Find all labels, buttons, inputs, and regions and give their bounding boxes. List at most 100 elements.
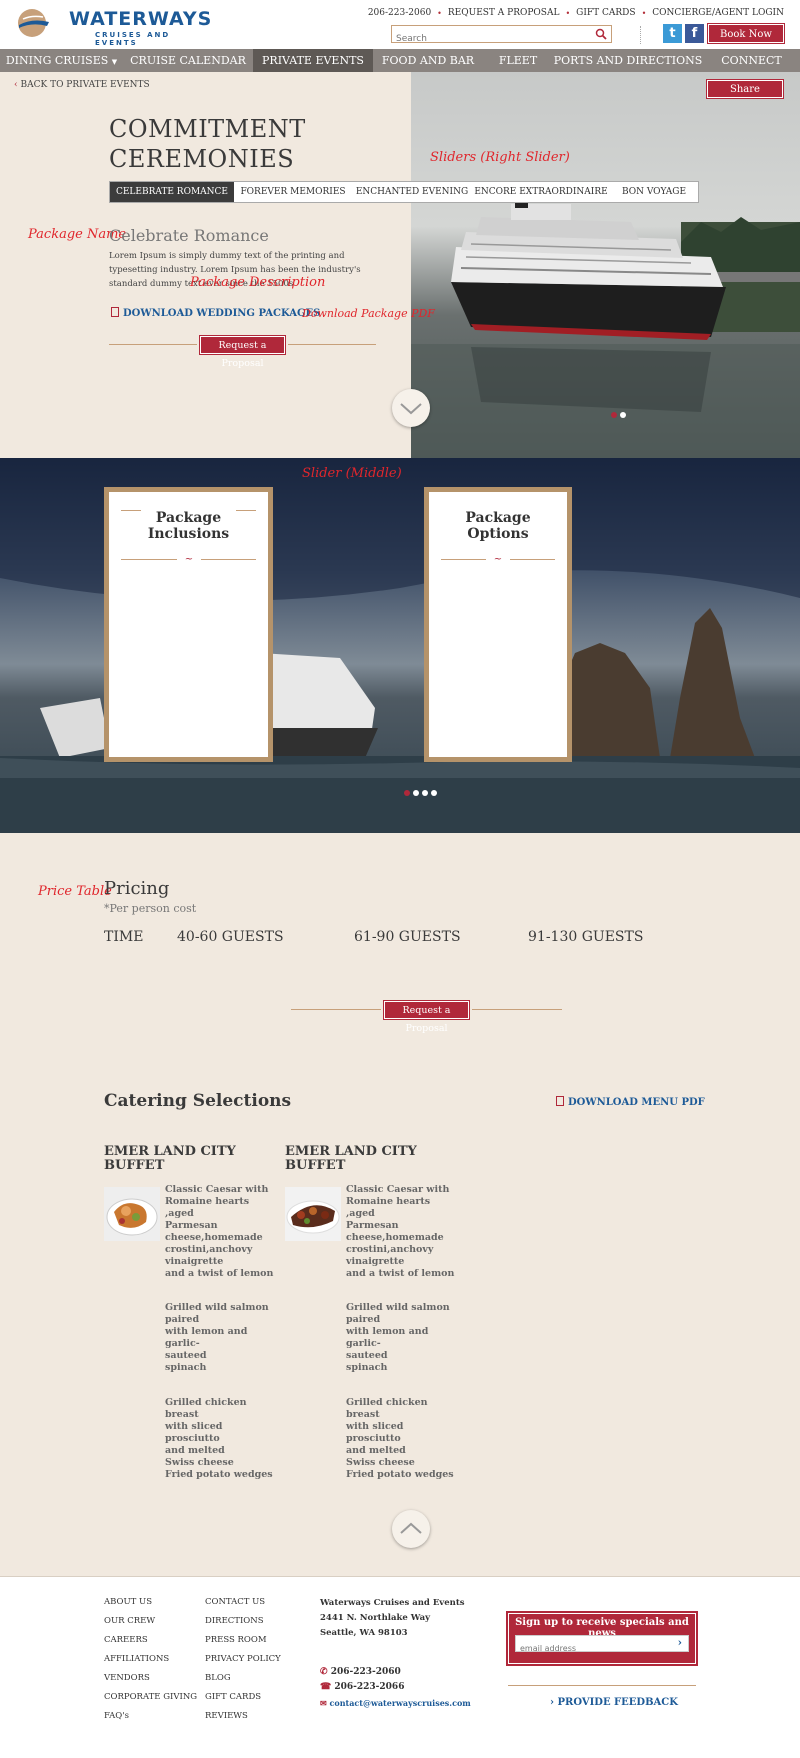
facebook-icon[interactable]: f: [685, 24, 704, 43]
back-to-private-events-link[interactable]: ‹ BACK TO PRIVATE EVENTS: [14, 80, 150, 90]
footer-link-press-room[interactable]: PRESS ROOM: [205, 1635, 267, 1645]
submit-arrow-icon[interactable]: ›: [678, 1636, 682, 1649]
pricing-subtitle: *Per person cost: [104, 902, 197, 915]
footer-link-corporate-giving[interactable]: CORPORATE GIVING: [104, 1692, 197, 1702]
divider: [472, 1009, 562, 1010]
flourish-icon: ~: [486, 555, 510, 565]
slider-dot-active[interactable]: [611, 412, 617, 418]
phone-icon: ✆: [320, 1667, 328, 1677]
nav-private-events[interactable]: PRIVATE EVENTS: [253, 49, 373, 72]
page-title: COMMITMENT CEREMONIES: [109, 115, 306, 173]
tab-encore-extraordinaire[interactable]: ENCORE EXTRAORDINAIRE: [472, 182, 610, 202]
footer-phone[interactable]: ✆ 206-223-2060: [320, 1667, 401, 1677]
buffet-title: EMER LAND CITY BUFFET: [285, 1144, 417, 1173]
newsletter-signup: Sign up to receive specials and news ›: [506, 1611, 698, 1666]
skewer-image: [285, 1187, 341, 1241]
footer-link-reviews[interactable]: REVIEWS: [205, 1711, 248, 1721]
tab-bon-voyage[interactable]: BON VOYAGE: [610, 182, 698, 202]
price-col-40-60: 40-60 GUESTS: [177, 929, 284, 945]
middle-slider[interactable]: Package Inclusions ~ Package Options ~: [0, 458, 800, 833]
slider-dot[interactable]: [431, 790, 437, 796]
request-proposal-link[interactable]: REQUEST A PROPOSAL: [448, 8, 560, 18]
slider-dot-active[interactable]: [404, 790, 410, 796]
pdf-icon: [111, 307, 119, 317]
footer-link-vendors[interactable]: VENDORS: [104, 1673, 150, 1683]
annotation-middle-slider: Slider (Middle): [302, 466, 402, 481]
provide-feedback-link[interactable]: › PROVIDE FEEDBACK: [550, 1697, 678, 1708]
slider-dot[interactable]: [620, 412, 626, 418]
footer-fax: ☎ 206-223-2066: [320, 1682, 405, 1692]
price-col-time: TIME: [104, 929, 144, 945]
card-title: Package Inclusions: [147, 510, 230, 542]
footer-link-blog[interactable]: BLOG: [205, 1673, 231, 1683]
footer-link-about-us[interactable]: ABOUT US: [104, 1597, 152, 1607]
nav-connect[interactable]: CONNECT: [703, 49, 800, 72]
email-field[interactable]: [516, 1641, 666, 1656]
footer-link-affiliations[interactable]: AFFILIATIONS: [104, 1654, 169, 1664]
menu-item: Grilled chicken breast with sliced prosc…: [346, 1397, 454, 1480]
nav-dining-cruises[interactable]: DINING CRUISES ▼: [0, 49, 123, 72]
divider: [288, 344, 376, 345]
footer-link-our-crew[interactable]: OUR CREW: [104, 1616, 155, 1626]
tab-forever-memories[interactable]: FOREVER MEMORIES: [234, 182, 352, 202]
tab-enchanted-evening[interactable]: ENCHANTED EVENING: [352, 182, 472, 202]
chevron-down-icon: ▼: [111, 58, 118, 66]
request-proposal-button[interactable]: Request a Proposal: [199, 335, 286, 369]
book-now-button[interactable]: Book Now: [707, 23, 785, 44]
salad-image: [104, 1187, 160, 1241]
catering-heading: Catering Selections: [104, 1091, 292, 1111]
search-icon[interactable]: [595, 28, 607, 40]
slider-dot[interactable]: [413, 790, 419, 796]
footer-link-directions[interactable]: DIRECTIONS: [205, 1616, 264, 1626]
logo-subtitle: CRUISES AND EVENTS: [95, 31, 171, 47]
cruise-ship-image: [411, 184, 800, 458]
pricing-heading: Pricing: [104, 878, 170, 899]
share-button[interactable]: Share: [706, 79, 784, 99]
package-options-card: Package Options ~: [424, 487, 572, 762]
logo[interactable]: WATERWAYS CRUISES AND EVENTS: [17, 6, 211, 47]
mail-icon: ✉: [320, 1698, 327, 1708]
footer-link-careers[interactable]: CAREERS: [104, 1635, 148, 1645]
divider: [109, 344, 197, 345]
gift-cards-link[interactable]: GIFT CARDS: [576, 8, 635, 18]
annotation-price-table: Price Table: [38, 884, 112, 899]
company-address: Waterways Cruises and Events 2441 N. Nor…: [320, 1598, 465, 1638]
search-input[interactable]: [392, 31, 582, 47]
download-menu-link[interactable]: DOWNLOAD MENU PDF: [556, 1096, 705, 1108]
footer-link-contact-us[interactable]: CONTACT US: [205, 1597, 265, 1607]
menu-item: Classic Caesar with Romaine hearts ,aged…: [346, 1184, 455, 1279]
card-title: Package Options: [465, 510, 531, 542]
slider-dot[interactable]: [422, 790, 428, 796]
nav-food-and-bar[interactable]: FOOD AND BAR: [373, 49, 483, 72]
scroll-down-button[interactable]: [392, 389, 430, 427]
nav-fleet[interactable]: FLEET: [483, 49, 553, 72]
phone-link[interactable]: 206-223-2060: [368, 8, 431, 18]
scroll-up-button[interactable]: [392, 1510, 430, 1548]
logo-icon: [18, 9, 49, 37]
fax-icon: ☎: [320, 1682, 332, 1692]
tab-celebrate-romance[interactable]: CELEBRATE ROMANCE: [110, 182, 234, 202]
nav-cruise-calendar[interactable]: CRUISE CALENDAR: [123, 49, 253, 72]
footer-link-privacy-policy[interactable]: PRIVACY POLICY: [205, 1654, 281, 1664]
nav-ports-and-directions[interactable]: PORTS AND DIRECTIONS: [553, 49, 703, 72]
menu-item: Grilled wild salmon paired with lemon an…: [346, 1302, 450, 1373]
right-slider[interactable]: [411, 72, 800, 458]
agent-login-link[interactable]: CONCIERGE/AGENT LOGIN: [652, 8, 784, 18]
price-col-61-90: 61-90 GUESTS: [354, 929, 461, 945]
chevron-down-icon: [400, 403, 422, 415]
footer-email[interactable]: ✉ contact@waterwayscruises.com: [320, 1698, 471, 1708]
download-wedding-packages-link[interactable]: DOWNLOAD WEDDING PACKAGES: [111, 307, 320, 319]
chevron-up-icon: [400, 1522, 422, 1534]
price-col-91-130: 91-130 GUESTS: [528, 929, 644, 945]
main-nav: DINING CRUISES ▼ CRUISE CALENDAR PRIVATE…: [0, 49, 800, 72]
divider: [640, 26, 641, 44]
footer-link-faqs[interactable]: FAQ's: [104, 1711, 129, 1721]
menu-item: Grilled chicken breast with sliced prosc…: [165, 1397, 273, 1480]
package-tabs: CELEBRATE ROMANCE FOREVER MEMORIES ENCHA…: [109, 181, 699, 203]
top-links: 206-223-2060 • REQUEST A PROPOSAL • GIFT…: [367, 8, 784, 18]
footer-link-gift-cards[interactable]: GIFT CARDS: [205, 1692, 261, 1702]
annotation-right-slider: Sliders (Right Slider): [430, 150, 570, 165]
site-header: WATERWAYS CRUISES AND EVENTS 206-223-206…: [0, 0, 800, 49]
request-proposal-button[interactable]: Request a Proposal: [383, 1000, 470, 1034]
twitter-icon[interactable]: t: [663, 24, 682, 43]
